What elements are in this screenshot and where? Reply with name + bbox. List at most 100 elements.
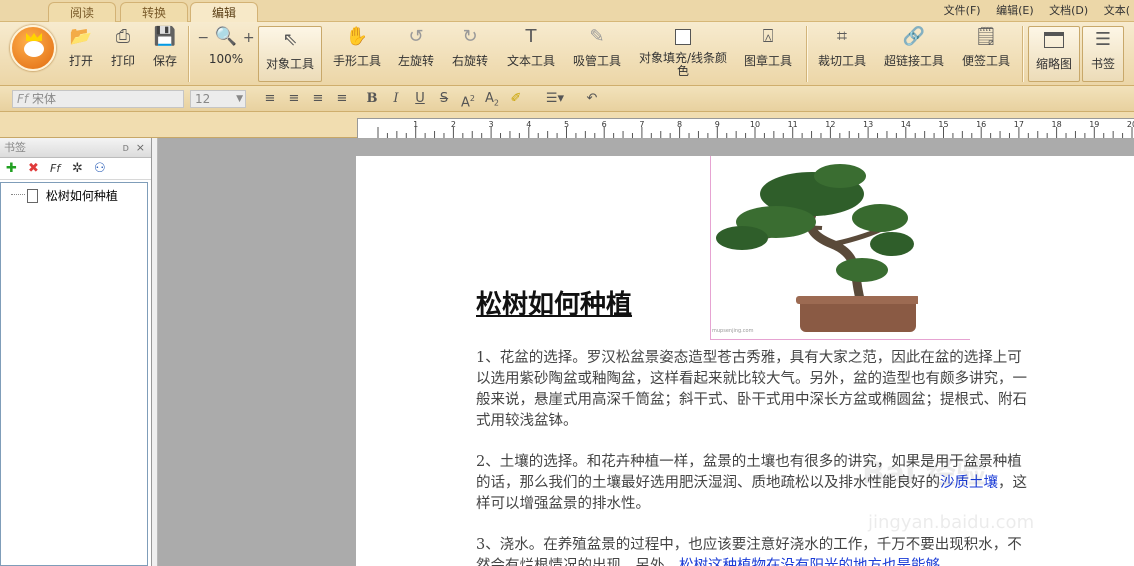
object-tool-button[interactable]: ⇖ 对象工具 bbox=[258, 26, 322, 82]
cursor-icon: ⇖ bbox=[282, 29, 298, 50]
rotate-left-button[interactable]: ↺ 左旋转 bbox=[394, 26, 438, 69]
font-size-select[interactable]: 12 ▼ bbox=[190, 90, 246, 108]
app-logo[interactable] bbox=[10, 25, 56, 71]
ruler-tick-label: 8 bbox=[677, 120, 682, 129]
menu-text[interactable]: 文本( bbox=[1104, 4, 1130, 17]
baidu-watermark-url: jingyan.baidu.com bbox=[868, 512, 1035, 533]
align-center-icon[interactable]: ≡ bbox=[284, 90, 304, 108]
menu-edit[interactable]: 编辑(E) bbox=[996, 4, 1034, 17]
ruler-tick-label: 20 bbox=[1127, 120, 1134, 129]
print-button[interactable]: ⎙ 打印 bbox=[108, 26, 138, 69]
panel-toolbar: ✚ ✖ Ff ✲ ⚇ bbox=[0, 158, 151, 180]
align-right-icon[interactable]: ≡ bbox=[308, 90, 328, 108]
printer-icon: ⎙ bbox=[115, 26, 131, 47]
bookmarks-button[interactable]: ☰ 书签 bbox=[1082, 26, 1124, 82]
zoom-icon: − 🔍 + bbox=[197, 26, 255, 47]
font-icon: Ff bbox=[17, 92, 29, 106]
separator bbox=[188, 26, 189, 82]
text-tool-button[interactable]: T 文本工具 bbox=[504, 26, 558, 69]
tab-strip: 阅读 转换 编辑 文件(F) 编辑(E) 文档(D) 文本( bbox=[0, 0, 1134, 23]
ruler-row: 1234567891011121314151617181920 bbox=[0, 112, 1134, 138]
menu-bar: 文件(F) 编辑(E) 文档(D) 文本( bbox=[932, 2, 1130, 18]
undo-icon[interactable]: ↶ bbox=[582, 90, 602, 108]
add-bookmark-icon[interactable]: ✚ bbox=[6, 161, 17, 177]
superscript-icon[interactable]: A2 bbox=[458, 90, 478, 110]
bold-icon[interactable]: B bbox=[362, 90, 382, 108]
save-button[interactable]: 💾 保存 bbox=[150, 26, 180, 69]
eyedropper-button[interactable]: ✎ 吸管工具 bbox=[570, 26, 624, 69]
ruler-tick-label: 19 bbox=[1089, 120, 1099, 129]
ruler-tick-label: 6 bbox=[602, 120, 607, 129]
align-justify-icon[interactable]: ≡ bbox=[332, 90, 352, 108]
ruler-tick-label: 4 bbox=[526, 120, 531, 129]
text-cursor-icon: T bbox=[525, 26, 537, 47]
hand-tool-button[interactable]: ✋ 手形工具 bbox=[330, 26, 384, 69]
magic-wand-icon[interactable]: ✲ bbox=[72, 161, 83, 177]
ruler-tick-label: 10 bbox=[750, 120, 760, 129]
zoom-out-icon[interactable]: − bbox=[197, 30, 209, 46]
ruler-tick-label: 14 bbox=[901, 120, 911, 129]
document-icon bbox=[27, 189, 38, 203]
pine-link[interactable]: 松树这种植物在没有阳光的地方也是能够 bbox=[679, 558, 940, 566]
separator bbox=[1022, 26, 1023, 82]
ruler-tick-label: 18 bbox=[1052, 120, 1062, 129]
ruler-tick-label: 2 bbox=[451, 120, 456, 129]
menu-file[interactable]: 文件(F) bbox=[944, 4, 981, 17]
crop-tool-button[interactable]: ⌗ 裁切工具 bbox=[814, 26, 870, 69]
ruler-tick-label: 11 bbox=[788, 120, 798, 129]
strikethrough-icon[interactable]: S bbox=[434, 90, 454, 108]
ruler-tick-label: 15 bbox=[938, 120, 948, 129]
bonsai-image[interactable]: mupsenjing.com bbox=[712, 156, 920, 338]
note-tool-button[interactable]: 🗒 便签工具 bbox=[958, 26, 1014, 69]
ruler-tick-label: 17 bbox=[1014, 120, 1024, 129]
ruler-tick-label: 12 bbox=[825, 120, 835, 129]
line-spacing-icon[interactable]: ☰▾ bbox=[538, 90, 572, 108]
bonsai-pine-picture bbox=[716, 164, 920, 332]
baidu-watermark: Bai 经验 bbox=[862, 456, 986, 491]
tab-read[interactable]: 阅读 bbox=[48, 2, 116, 22]
ruler-tick-label: 1 bbox=[413, 120, 418, 129]
ruler-tick-label: 13 bbox=[863, 120, 873, 129]
bookmark-font-icon[interactable]: Ff bbox=[50, 161, 60, 177]
crop-icon: ⌗ bbox=[836, 26, 848, 47]
chevron-down-icon: ▼ bbox=[236, 94, 243, 104]
stamp-icon: ⍓ bbox=[762, 26, 774, 47]
binoculars-icon[interactable]: ⚇ bbox=[94, 161, 106, 177]
delete-bookmark-icon[interactable]: ✖ bbox=[28, 161, 39, 177]
close-icon[interactable]: × bbox=[136, 138, 145, 158]
paragraph-1[interactable]: 1、花盆的选择。罗汉松盆景姿态造型苍古秀雅，具有大家之范，因此在盆的选择上可以选… bbox=[476, 348, 1032, 432]
tab-convert[interactable]: 转换 bbox=[120, 2, 188, 22]
bookmark-panel: 书签 ᴅ × ✚ ✖ Ff ✲ ⚇ 松树如何种植 bbox=[0, 138, 152, 566]
format-toolbar: Ff 宋体 12 ▼ ≡ ≡ ≡ ≡ B I U S A2 A2 ✐ ☰▾ ↶ bbox=[0, 86, 1134, 112]
menu-document[interactable]: 文档(D) bbox=[1049, 4, 1088, 17]
zoom-in-icon[interactable]: + bbox=[243, 30, 255, 46]
paragraph-3[interactable]: 3、浇水。在养殖盆景的过程中，也应该要注意好浇水的工作，千万不要出现积水，不然会… bbox=[476, 535, 1032, 566]
align-left-icon[interactable]: ≡ bbox=[260, 90, 280, 108]
image-frame-edge bbox=[710, 339, 970, 340]
hyperlink-tool-button[interactable]: 🔗 超链接工具 bbox=[880, 26, 948, 69]
subscript-icon[interactable]: A2 bbox=[482, 90, 502, 108]
tab-edit[interactable]: 编辑 bbox=[190, 2, 258, 23]
panel-header: 书签 ᴅ × bbox=[0, 138, 151, 158]
zoom-control[interactable]: − 🔍 + 100% bbox=[194, 26, 258, 66]
image-frame-edge bbox=[710, 156, 711, 340]
document-title[interactable]: 松树如何种植 bbox=[476, 284, 632, 321]
horizontal-ruler: 1234567891011121314151617181920 bbox=[357, 118, 1134, 138]
rotate-left-icon: ↺ bbox=[408, 26, 424, 47]
color-square-icon bbox=[636, 26, 730, 48]
underline-icon[interactable]: U bbox=[410, 90, 430, 108]
separator bbox=[806, 26, 807, 82]
thumbnails-button[interactable]: 缩略图 bbox=[1028, 26, 1080, 82]
floppy-icon: 💾 bbox=[153, 26, 177, 47]
font-family-field[interactable]: Ff 宋体 bbox=[12, 90, 184, 108]
ruler-tick-label: 7 bbox=[639, 120, 644, 129]
bookmark-item[interactable]: 松树如何种植 bbox=[11, 187, 118, 204]
open-button[interactable]: 📂 打开 bbox=[66, 26, 96, 69]
stamp-tool-button[interactable]: ⍓ 图章工具 bbox=[740, 26, 796, 69]
pin-icon[interactable]: ᴅ bbox=[122, 138, 129, 158]
highlight-icon[interactable]: ✐ bbox=[506, 90, 526, 108]
rotate-right-button[interactable]: ↻ 右旋转 bbox=[448, 26, 492, 69]
italic-icon[interactable]: I bbox=[386, 90, 406, 108]
rotate-right-icon: ↻ bbox=[462, 26, 478, 47]
fill-line-color-button[interactable]: 对象填充/线条颜色 bbox=[636, 26, 730, 78]
